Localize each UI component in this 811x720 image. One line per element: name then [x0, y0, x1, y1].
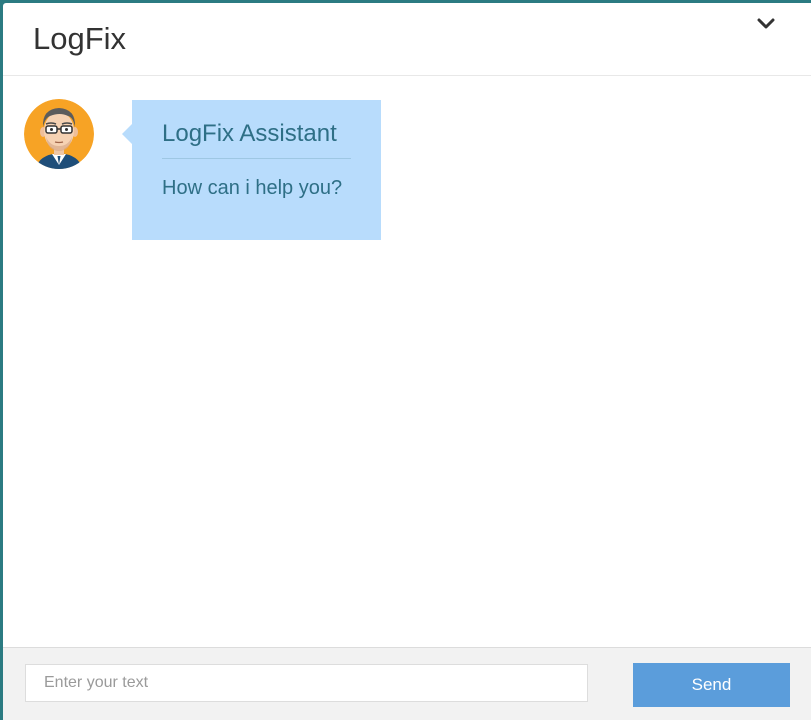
chat-title: LogFix [33, 21, 127, 56]
message-list: LogFix Assistant How can i help you? [3, 76, 811, 647]
collapse-button[interactable] [755, 13, 777, 35]
send-button[interactable]: Send [633, 663, 790, 707]
message-sender: LogFix Assistant [162, 120, 351, 159]
chevron-down-icon [757, 18, 775, 29]
chat-window: LogFix LogFix Assistant How can i help y… [3, 3, 811, 720]
message-text: How can i help you? [162, 177, 343, 199]
avatar-icon [24, 99, 94, 169]
assistant-avatar [24, 99, 94, 169]
message-bubble: LogFix Assistant How can i help you? [122, 100, 381, 240]
composer-bar: Send [3, 647, 811, 720]
message-input[interactable] [25, 664, 588, 702]
chat-header: LogFix [3, 3, 811, 76]
